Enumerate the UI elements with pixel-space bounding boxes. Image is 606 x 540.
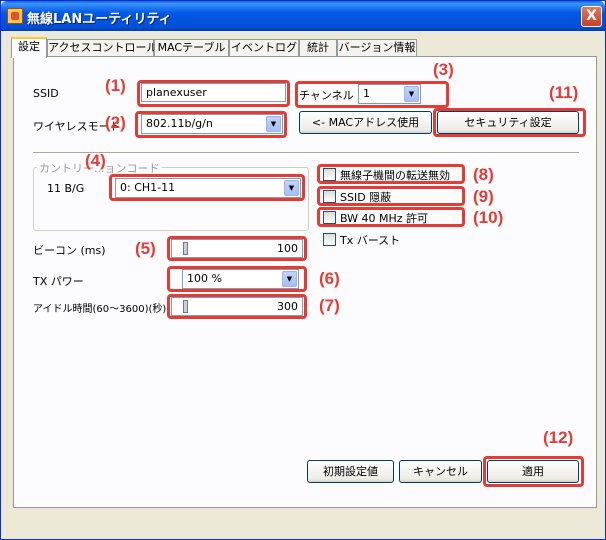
ssid-label: SSID: [33, 87, 59, 100]
annotation-box-tx-power: [167, 266, 307, 292]
callout-7: (7): [319, 296, 340, 315]
callout-4: (4): [85, 151, 106, 170]
tab-settings[interactable]: 設定: [11, 37, 47, 58]
callout-10: (10): [473, 208, 504, 227]
callout-3: (3): [433, 60, 454, 79]
app-icon: [7, 8, 23, 24]
use-mac-address-button[interactable]: <- MACアドレス使用: [299, 111, 432, 134]
annotation-box-beacon: [167, 236, 307, 261]
beacon-label: ビーコン (ms): [33, 244, 106, 257]
close-button[interactable]: X: [581, 6, 602, 27]
cancel-button[interactable]: キャンセル: [399, 460, 482, 483]
callout-5: (5): [135, 239, 156, 258]
annotation-box-wireless-mode: [135, 111, 287, 138]
tx-burst-label: Tx バースト: [340, 234, 401, 247]
tab-statistics[interactable]: 統計: [299, 39, 337, 57]
annotation-box-ssid: [137, 80, 290, 107]
annotation-box-channel: [295, 81, 449, 108]
callout-9: (9): [473, 187, 494, 206]
tab-mac-table[interactable]: MACテーブル: [154, 39, 229, 57]
tx-burst-checkbox[interactable]: [323, 233, 336, 246]
annotation-box-bw40: [317, 207, 465, 227]
callout-8: (8): [473, 165, 494, 184]
callout-6: (6): [319, 269, 340, 288]
annotation-box-ssid-hide: [317, 186, 465, 206]
callout-12: (12): [543, 428, 574, 447]
callout-1: (1): [105, 76, 126, 95]
tab-event-log[interactable]: イベントログ: [229, 39, 299, 57]
annotation-box-idle-time: [167, 294, 307, 319]
tab-version-info[interactable]: バージョン情報: [337, 39, 417, 57]
country-band-label: 11 B/G: [47, 182, 85, 195]
app-window: 無線LANユーティリティ X 設定 アクセスコントロール MACテーブル イベン…: [0, 0, 606, 540]
annotation-box-country: [109, 174, 305, 201]
callout-2: (2): [105, 113, 126, 132]
tx-power-label: TX パワー: [33, 275, 84, 288]
idle-time-label: アイドル時間(60～3600)(秒): [33, 304, 167, 315]
callout-11: (11): [549, 83, 579, 102]
annotation-box-isolation: [317, 164, 465, 184]
annotation-box-apply: [483, 456, 584, 487]
window-title: 無線LANユーティリティ: [27, 12, 172, 27]
divider: [33, 152, 579, 154]
defaults-button[interactable]: 初期設定値: [307, 460, 394, 483]
annotation-box-security: [433, 108, 586, 137]
tab-access-control[interactable]: アクセスコントロール: [47, 39, 157, 57]
title-bar[interactable]: 無線LANユーティリティ X: [1, 1, 605, 31]
